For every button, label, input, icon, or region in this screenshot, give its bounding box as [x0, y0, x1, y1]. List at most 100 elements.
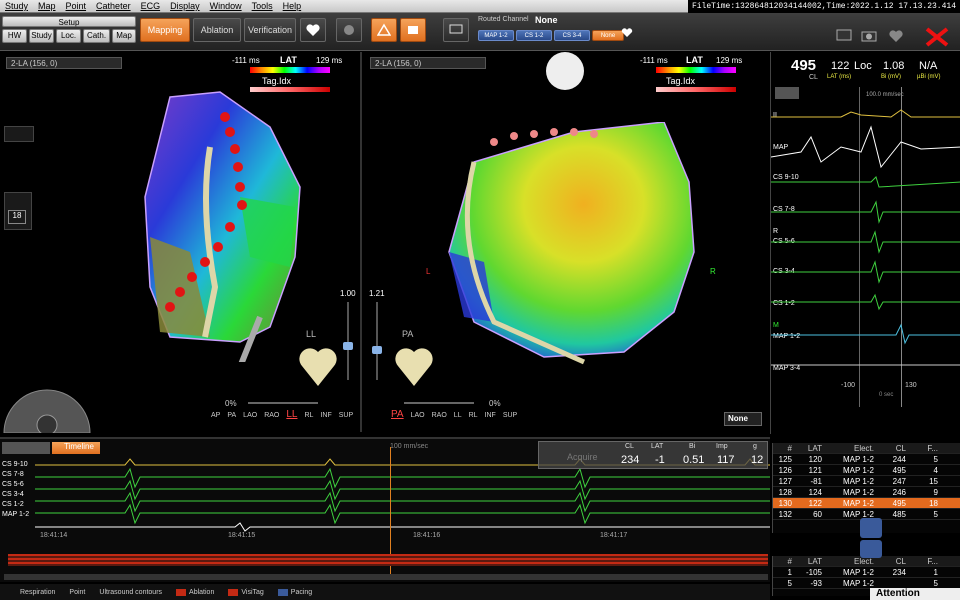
left-heart-orientation-icon[interactable]	[298, 344, 338, 388]
ablation-button[interactable]: Ablation	[193, 18, 241, 42]
error-x-icon[interactable]	[922, 25, 952, 49]
th-lat[interactable]: LAT	[795, 443, 825, 453]
right-marker-l: L	[426, 267, 431, 276]
table-row[interactable]: 130 122 MAP 1-2 495 18	[773, 498, 960, 509]
right-slider-track[interactable]	[376, 302, 378, 380]
lth-f[interactable]: F...	[909, 556, 941, 566]
left-view-pa[interactable]: PA	[227, 412, 236, 420]
menu-window[interactable]: Window	[205, 1, 247, 11]
left-slider-thumb[interactable]	[343, 342, 353, 350]
heart-catheter-icon[interactable]	[887, 28, 905, 44]
setup-loc-button[interactable]: Loc.	[56, 29, 81, 43]
table-cell: MAP 1-2	[843, 477, 874, 486]
triangle-map-icon[interactable]	[371, 18, 397, 42]
right-view-rl[interactable]: RL	[469, 412, 478, 420]
verification-button[interactable]: Verification	[244, 18, 296, 42]
orientation-sphere-icon[interactable]	[546, 52, 584, 90]
heart-add-icon[interactable]	[300, 18, 326, 42]
right-view-inf[interactable]: INF	[485, 412, 496, 420]
setup-button[interactable]: Setup	[2, 16, 136, 27]
right-map-view[interactable]: 2-LA (156, 0) -111 ms LAT 129 ms Tag.Idx…	[364, 52, 768, 432]
menu-tools[interactable]: Tools	[247, 1, 278, 11]
menu-ecg[interactable]: ECG	[136, 1, 166, 11]
camera-icon[interactable]	[860, 28, 878, 44]
menu-point[interactable]: Point	[61, 1, 92, 11]
routed-cs34-button[interactable]: CS 3-4	[554, 30, 590, 41]
left-view-ll[interactable]: LL	[286, 409, 297, 420]
setup-map-button[interactable]: Map	[112, 29, 136, 43]
left-view-rl[interactable]: RL	[304, 412, 313, 420]
right-zoom-slider[interactable]	[404, 402, 474, 404]
navigation-dial-icon[interactable]	[2, 385, 92, 433]
table-cell: MAP 1-2	[843, 579, 874, 588]
timeline-title[interactable]: Timeline	[52, 442, 100, 454]
left-slider-track[interactable]	[347, 302, 349, 380]
left-view-lao[interactable]: LAO	[243, 412, 257, 420]
right-view-sup[interactable]: SUP	[503, 412, 517, 420]
attention-banner[interactable]: Attention	[870, 588, 960, 600]
th-elect[interactable]: Elect.	[825, 443, 877, 453]
right-view-pa[interactable]: PA	[391, 409, 404, 420]
left-heart-map[interactable]	[130, 87, 310, 362]
screen-icon[interactable]	[835, 28, 853, 44]
left-view-selector[interactable]: 2-LA (156, 0)	[6, 57, 122, 69]
setup-cath-button[interactable]: Cath.	[83, 29, 110, 43]
table-cell: 5	[933, 579, 938, 588]
table-cell: 128	[778, 488, 792, 497]
left-grid-icon[interactable]	[4, 126, 34, 142]
left-side-count[interactable]: 18	[8, 210, 26, 224]
catheter-tool-icon[interactable]	[860, 518, 882, 538]
table-row[interactable]: 1 -105 MAP 1-2 234 1	[773, 567, 960, 578]
right-view-selector[interactable]: 2-LA (156, 0)	[370, 57, 486, 69]
lth-num[interactable]: #	[773, 556, 795, 566]
left-view-sup[interactable]: SUP	[339, 412, 353, 420]
table-row[interactable]: 126 121 MAP 1-2 495 4	[773, 465, 960, 476]
monitor-icon[interactable]	[443, 18, 469, 42]
acquire-button[interactable]: Acquire	[567, 452, 598, 462]
left-map-view[interactable]: 2-LA (156, 0) -111 ms LAT 129 ms Tag.Idx…	[0, 52, 362, 433]
timeline-scrollbar[interactable]	[4, 574, 768, 580]
right-none-select[interactable]: None	[724, 412, 762, 426]
th-num[interactable]: #	[773, 443, 795, 453]
tag-tool-icon[interactable]	[860, 540, 882, 558]
ecg-tick-right: 130	[905, 382, 917, 389]
right-view-rao[interactable]: RAO	[432, 412, 447, 420]
right-zoom-label: 0%	[489, 399, 501, 408]
table-row[interactable]: 127 -81 MAP 1-2 247 15	[773, 476, 960, 487]
table-cell: 485	[892, 510, 906, 519]
left-zoom-slider[interactable]	[248, 402, 318, 404]
menu-study[interactable]: Study	[0, 1, 33, 11]
th-cl[interactable]: CL	[877, 443, 909, 453]
menu-catheter[interactable]: Catheter	[91, 1, 136, 11]
mapping-button[interactable]: Mapping	[140, 18, 190, 42]
right-lat-label: LAT	[686, 55, 703, 65]
right-heart-map[interactable]	[434, 122, 734, 372]
right-heart-orientation-icon[interactable]	[394, 344, 434, 388]
ecg-tool-icons[interactable]	[775, 87, 799, 99]
setup-study-button[interactable]: Study	[29, 29, 54, 43]
routed-map12-button[interactable]: MAP 1-2	[478, 30, 514, 41]
right-view-ll[interactable]: LL	[454, 412, 462, 420]
stats-hdr-imp: Imp	[716, 443, 728, 450]
right-slider-thumb[interactable]	[372, 346, 382, 354]
left-zoom-label: 0%	[225, 399, 237, 408]
timeline-tool-icons[interactable]	[2, 442, 50, 454]
timeline-panel[interactable]: Timeline 100 mm/sec CS 9-10 CS 7-8 CS 5-…	[0, 437, 770, 582]
setup-hw-button[interactable]: HW	[2, 29, 27, 43]
left-view-inf[interactable]: INF	[320, 412, 331, 420]
menu-display[interactable]: Display	[165, 1, 205, 11]
lth-lat[interactable]: LAT	[795, 556, 825, 566]
right-view-lao[interactable]: LAO	[411, 412, 425, 420]
lth-cl[interactable]: CL	[877, 556, 909, 566]
left-lat-max: 129 ms	[316, 56, 343, 65]
export-icon[interactable]	[400, 18, 426, 42]
left-view-rao[interactable]: RAO	[264, 412, 279, 420]
menu-help[interactable]: Help	[278, 1, 307, 11]
left-view-ap[interactable]: AP	[211, 412, 220, 420]
table-row[interactable]: 128 124 MAP 1-2 246 9	[773, 487, 960, 498]
routed-cs12-button[interactable]: CS 1-2	[516, 30, 552, 41]
table-row[interactable]: 125 120 MAP 1-2 244 5	[773, 454, 960, 465]
record-icon[interactable]	[336, 18, 362, 42]
th-f[interactable]: F...	[909, 443, 941, 453]
menu-map[interactable]: Map	[33, 1, 61, 11]
